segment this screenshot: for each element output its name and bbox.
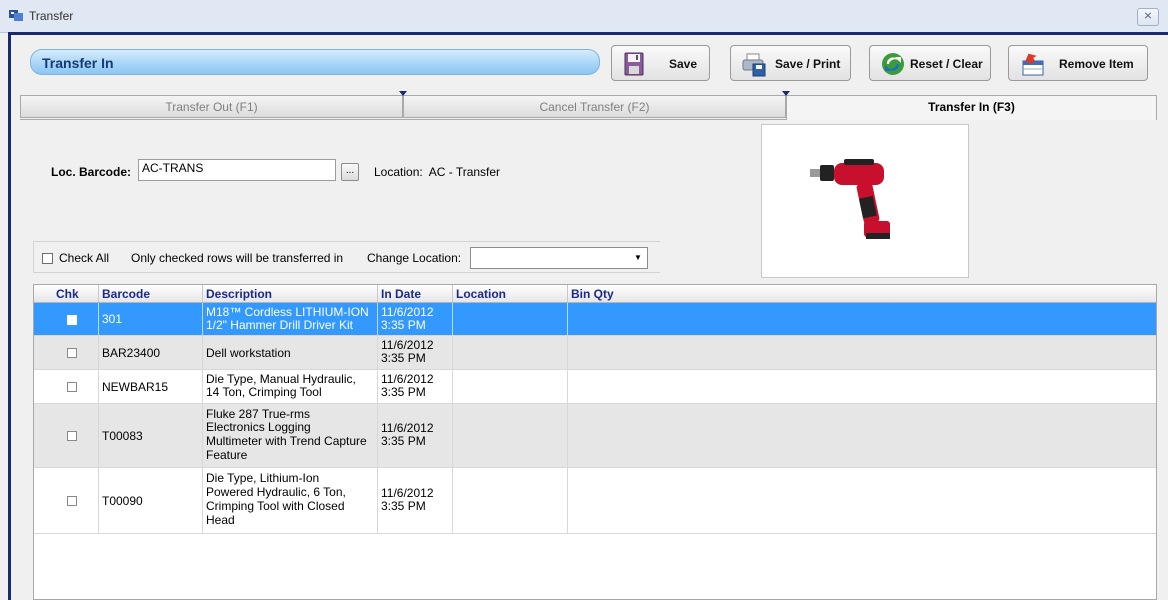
col-header-barcode[interactable]: Barcode (102, 287, 150, 301)
row-in-time: 3:35 PM (381, 351, 426, 365)
row-checkbox[interactable] (67, 431, 77, 441)
table-row[interactable]: NEWBAR15 Die Type, Manual Hydraulic, 14 … (34, 370, 1156, 404)
form-title-bar: Transfer In (30, 49, 600, 75)
change-location-label: Change Location: (367, 251, 462, 265)
printer-icon (742, 53, 766, 77)
transfer-hint: Only checked rows will be transferred in (131, 251, 344, 265)
row-description-line: 14 Ton, Crimping Tool (206, 385, 322, 399)
row-checkbox[interactable] (67, 496, 77, 506)
row-description-line: Electronics Logging (206, 420, 311, 434)
remove-item-icon (1022, 53, 1044, 76)
tab-cancel-transfer[interactable]: Cancel Transfer (F2) (403, 95, 786, 118)
row-description-line: Powered Hydraulic, 6 Ton, (206, 485, 346, 499)
table-row[interactable]: T00090 Die Type, Lithium-Ion Powered Hyd… (34, 468, 1156, 534)
row-in-time: 3:35 PM (381, 385, 426, 399)
save-print-label: Save / Print (775, 57, 841, 71)
check-all-checkbox[interactable] (42, 253, 53, 264)
row-barcode: T00090 (102, 494, 143, 508)
col-header-location[interactable]: Location (456, 287, 506, 301)
tab-marker-icon (399, 91, 407, 96)
row-in-time: 3:35 PM (381, 434, 426, 448)
close-icon[interactable]: ⨯ (1137, 8, 1159, 26)
form-title: Transfer In (42, 55, 114, 71)
col-header-description[interactable]: Description (206, 287, 272, 301)
row-description-line: Feature (206, 448, 248, 462)
save-print-button[interactable]: Save / Print (730, 45, 851, 81)
row-description-line: Die Type, Lithium-Ion (206, 471, 320, 485)
refresh-arrows-icon (882, 53, 904, 75)
power-drill-image (810, 159, 890, 239)
browse-location-button[interactable]: ... (341, 163, 359, 181)
col-header-in-date[interactable]: In Date (381, 287, 421, 301)
row-in-time: 3:35 PM (381, 318, 426, 332)
tab-marker-icon (782, 91, 790, 96)
window-title: Transfer (29, 9, 74, 23)
location-value: AC - Transfer (428, 165, 501, 179)
loc-barcode-label: Loc. Barcode: (51, 165, 132, 179)
change-location-select[interactable]: ▼ (470, 247, 648, 269)
save-label: Save (669, 57, 698, 71)
check-all-label: Check All (59, 251, 110, 265)
window-titlebar: Transfer ⨯ (0, 0, 1168, 33)
header-bar: Transfer In Save Save / Print Reset / Cl… (20, 38, 1156, 88)
grid-header: Chk Barcode Description In Date Location… (34, 285, 1156, 303)
row-barcode: BAR23400 (102, 346, 161, 360)
table-row[interactable]: 301 M18™ Cordless LITHIUM-ION 1/2" Hamme… (34, 303, 1156, 336)
reset-clear-label: Reset / Clear (910, 57, 983, 71)
row-description-line: Dell workstation (206, 346, 291, 360)
row-description-line: Crimping Tool with Closed (206, 499, 345, 513)
row-barcode: NEWBAR15 (102, 380, 169, 394)
location-info: Location: AC - Transfer (374, 165, 500, 179)
table-row[interactable]: T00083 Fluke 287 True-rms Electronics Lo… (34, 404, 1156, 468)
row-barcode: 301 (102, 312, 123, 326)
row-checkbox[interactable] (67, 382, 77, 392)
loc-barcode-input[interactable]: AC-TRANS (138, 159, 336, 181)
chevron-down-icon[interactable]: ▼ (631, 250, 645, 266)
location-label: Location: (374, 165, 423, 179)
table-row[interactable]: BAR23400 Dell workstation 11/6/2012 3:35… (34, 336, 1156, 370)
row-in-time: 3:35 PM (381, 499, 426, 513)
save-button[interactable]: Save (611, 45, 710, 81)
remove-item-label: Remove Item (1059, 57, 1134, 71)
row-description-line: Head (206, 513, 235, 527)
items-grid: Chk Barcode Description In Date Location… (33, 284, 1157, 600)
product-image-frame (761, 124, 969, 278)
col-header-chk[interactable]: Chk (56, 287, 79, 301)
remove-item-button[interactable]: Remove Item (1008, 45, 1148, 81)
tab-strip: Transfer Out (F1) Cancel Transfer (F2) T… (20, 91, 1157, 120)
row-barcode: T00083 (102, 429, 143, 443)
reset-clear-button[interactable]: Reset / Clear (869, 45, 991, 81)
row-checkbox[interactable] (67, 348, 77, 358)
row-description-line: Multimeter with Trend Capture (206, 434, 367, 448)
col-header-bin-qty[interactable]: Bin Qty (571, 287, 614, 301)
tab-transfer-in[interactable]: Transfer In (F3) (786, 95, 1157, 120)
app-icon (9, 10, 23, 21)
floppy-disk-icon (624, 52, 644, 76)
row-checkbox[interactable] (67, 315, 77, 325)
row-description-line: 1/2" Hammer Drill Driver Kit (206, 318, 353, 332)
tab-transfer-out[interactable]: Transfer Out (F1) (20, 95, 403, 118)
